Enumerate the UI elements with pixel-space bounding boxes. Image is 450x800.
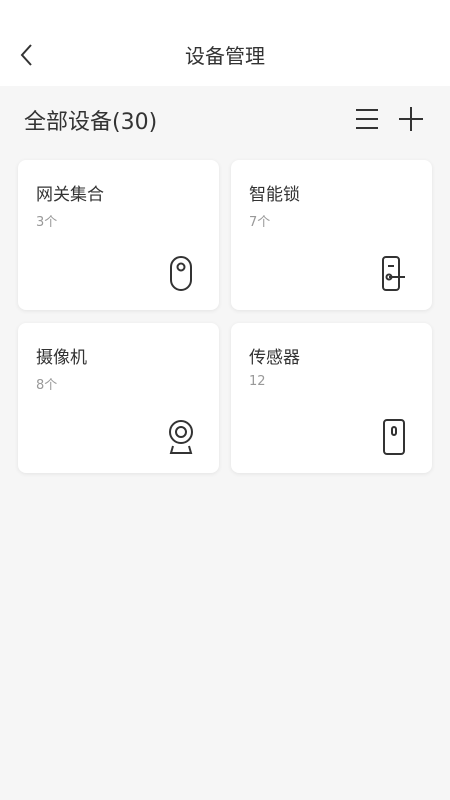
section-header: 全部设备(30) xyxy=(24,102,430,138)
add-device-button[interactable] xyxy=(398,106,424,132)
device-name: 传感器 xyxy=(249,348,300,368)
list-icon xyxy=(356,109,378,129)
device-count: 7个 xyxy=(249,215,271,230)
top-bar: 设备管理 xyxy=(0,0,450,86)
page-title: 设备管理 xyxy=(185,44,265,68)
sensor-icon xyxy=(383,419,405,455)
device-name: 摄像机 xyxy=(36,348,87,368)
device-count: 3个 xyxy=(36,215,58,230)
device-count: 8个 xyxy=(36,378,58,393)
smart-lock-icon xyxy=(382,256,405,291)
device-card-smart-lock[interactable]: 智能锁 7个 xyxy=(231,160,432,310)
gateway-icon xyxy=(170,256,192,291)
device-grid: 网关集合 3个 智能锁 7个 摄像机 8个 传感器 12 xyxy=(18,160,432,473)
section-title: 全部设备(30) xyxy=(24,110,158,135)
device-name: 网关集合 xyxy=(36,185,104,205)
device-name: 智能锁 xyxy=(249,185,300,205)
device-card-gateway[interactable]: 网关集合 3个 xyxy=(18,160,219,310)
device-count: 12 xyxy=(249,374,266,389)
camera-icon xyxy=(169,420,193,454)
device-card-camera[interactable]: 摄像机 8个 xyxy=(18,323,219,473)
list-view-button[interactable] xyxy=(354,106,380,132)
device-card-sensor[interactable]: 传感器 12 xyxy=(231,323,432,473)
plus-icon xyxy=(399,107,423,131)
